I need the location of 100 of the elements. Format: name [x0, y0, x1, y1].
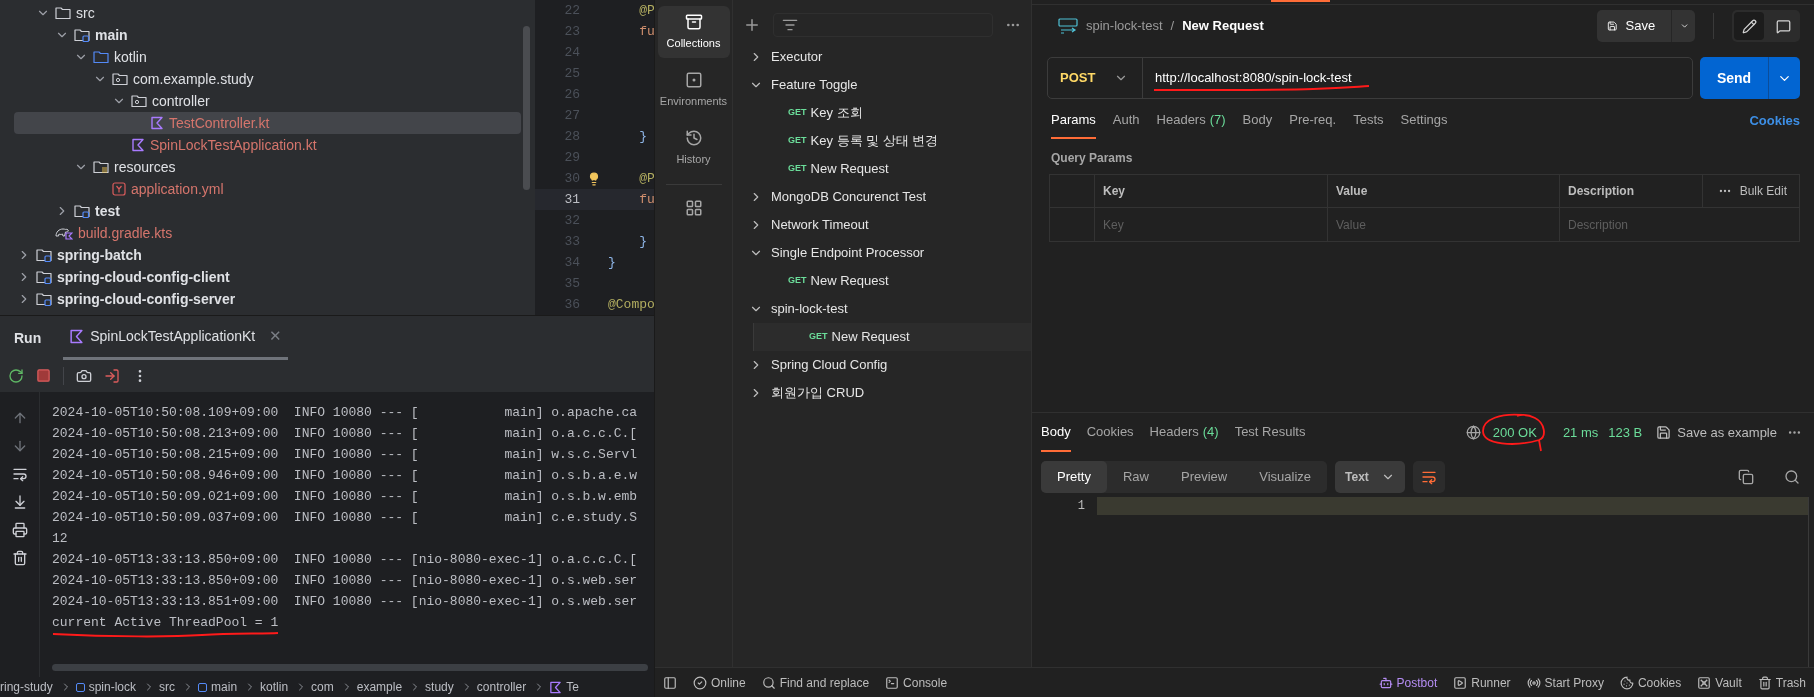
send-button[interactable]: Send [1700, 57, 1800, 99]
horizontal-scrollbar[interactable] [52, 664, 648, 671]
module-icon [75, 682, 85, 692]
response-tab[interactable]: Headers (4) [1149, 413, 1219, 452]
status-bar-item[interactable]: Runner [1453, 673, 1511, 692]
request-tab[interactable]: Pre-req. [1289, 103, 1337, 139]
request-tab[interactable]: Tests [1353, 103, 1384, 139]
filter-field[interactable] [773, 13, 993, 37]
collection-item[interactable]: Single Endpoint Processor [733, 239, 1031, 267]
tree-item[interactable]: com.example.study [14, 68, 521, 90]
status-bar-item[interactable]: Start Proxy [1526, 673, 1604, 692]
collection-item[interactable]: Spring Cloud Config [733, 351, 1031, 379]
status-code[interactable]: 200 OK [1490, 422, 1539, 443]
camera-icon[interactable] [76, 367, 92, 384]
breadcrumb-item[interactable]: study [425, 678, 454, 696]
param-input[interactable]: Key [1103, 215, 1327, 234]
status-bar-item[interactable]: Cookies [1619, 673, 1682, 692]
param-input[interactable]: Value [1336, 215, 1559, 234]
status-bar-item[interactable]: Trash [1757, 673, 1806, 692]
collection-item[interactable]: Network Timeout [733, 211, 1031, 239]
module-folder-icon [36, 270, 52, 284]
tree-item[interactable]: SpinLockTestApplication.kt [14, 134, 521, 156]
view-option[interactable]: Pretty [1041, 461, 1107, 493]
print-icon[interactable] [11, 522, 28, 538]
cookies-link[interactable]: Cookies [1749, 111, 1800, 131]
lightbulb-icon[interactable] [587, 171, 601, 186]
request-tab[interactable]: Auth [1112, 103, 1140, 139]
tree-item[interactable]: kotlin [14, 46, 521, 68]
view-option[interactable]: Raw [1106, 461, 1165, 493]
breadcrumb-item[interactable]: com [311, 678, 334, 696]
status-bar-item[interactable]: Online [693, 673, 746, 692]
view-mode-button[interactable] [1734, 12, 1764, 40]
sidebar-tab[interactable]: Environments [657, 64, 730, 116]
collection-item[interactable]: spin-lock-test [733, 295, 1031, 323]
status-bar-item[interactable]: Console [885, 673, 948, 692]
url-field[interactable]: http://localhost:8080/spin-lock-test [1143, 58, 1692, 98]
tree-item[interactable]: test [14, 200, 521, 222]
tree-item[interactable]: src [14, 2, 521, 24]
response-tab[interactable]: Test Results [1234, 413, 1306, 452]
tree-item[interactable]: build.gradle.kts [14, 222, 521, 244]
scrollbar-thumb[interactable] [523, 26, 530, 190]
rerun-icon[interactable] [8, 367, 24, 384]
breadcrumb-item[interactable]: src [159, 678, 176, 696]
response-size[interactable]: 123 B [1608, 422, 1643, 443]
add-grid-icon[interactable] [684, 199, 703, 217]
breadcrumb-item[interactable]: Te [566, 678, 579, 696]
format-dropdown[interactable]: Text [1335, 461, 1406, 493]
wrap-icon[interactable] [11, 466, 28, 482]
sidebar-toggle-icon[interactable] [663, 675, 677, 690]
request-item[interactable]: GET Key 조회 [733, 99, 1031, 127]
response-tab[interactable]: Body [1041, 413, 1071, 452]
request-item[interactable]: GET New Request [733, 267, 1031, 295]
request-tab[interactable]: Headers (7) [1156, 103, 1226, 139]
tree-item[interactable]: main [14, 24, 521, 46]
response-tab[interactable]: Cookies [1086, 413, 1134, 452]
breadcrumb-item[interactable]: kotlin [260, 678, 289, 696]
status-bar-item[interactable]: Postbot [1378, 673, 1438, 692]
stop-icon[interactable] [36, 368, 51, 383]
method-dropdown[interactable]: POST [1048, 58, 1143, 98]
breadcrumb-item[interactable]: example [356, 678, 403, 696]
view-option[interactable]: Visualize [1243, 461, 1328, 493]
module-folder-icon [74, 28, 90, 42]
collection-item[interactable]: MongoDB Concurenct Test [733, 183, 1031, 211]
request-tab[interactable]: Body [1242, 103, 1273, 139]
tree-item[interactable]: resources [14, 156, 521, 178]
request-tab[interactable]: Params [1051, 103, 1096, 139]
tree-item[interactable]: controller [14, 90, 521, 112]
tree-item[interactable]: application.yml [14, 178, 521, 200]
collection-item[interactable]: Feature Toggle [733, 71, 1031, 99]
view-option[interactable]: Preview [1165, 461, 1244, 493]
tree-item[interactable]: spring-cloud-config-client [14, 266, 521, 288]
breadcrumb-item[interactable]: ring-study [0, 678, 53, 696]
request-item[interactable]: GET New Request [733, 155, 1031, 183]
status-bar-item[interactable]: Vault [1697, 673, 1742, 692]
breadcrumb-item[interactable]: controller [476, 678, 527, 696]
response-time[interactable]: 21 ms [1562, 422, 1599, 443]
delete-icon[interactable] [11, 550, 28, 566]
request-item[interactable]: GET New Request [753, 323, 1031, 351]
collection-item[interactable]: Executor [733, 43, 1031, 71]
exit-icon[interactable] [104, 367, 120, 384]
request-tab[interactable]: Settings [1400, 103, 1448, 139]
search-icon[interactable] [1784, 469, 1800, 485]
copy-icon[interactable] [1738, 469, 1754, 485]
breadcrumb-item[interactable]: main [211, 678, 238, 696]
sidebar-tab[interactable]: Collections [657, 6, 730, 58]
save-button[interactable]: Save [1597, 10, 1695, 42]
request-item[interactable]: GET Key 등록 및 상태 변경 [733, 127, 1031, 155]
wrap-button[interactable] [1413, 461, 1446, 493]
add-icon[interactable] [743, 16, 761, 34]
save-example-button[interactable]: Save as example [1656, 422, 1777, 443]
collection-item[interactable]: 회원가입 CRUD [733, 379, 1031, 407]
status-bar-item[interactable]: Find and replace [761, 673, 870, 692]
param-input[interactable]: Description [1568, 215, 1799, 234]
breadcrumb-item[interactable]: spin-lock [88, 678, 137, 696]
tree-item[interactable]: spring-cloud-config-server [14, 288, 521, 310]
globe-icon[interactable] [1465, 425, 1481, 440]
sidebar-tab[interactable]: History [657, 122, 730, 174]
bulk-edit-link[interactable]: Bulk Edit [1739, 182, 1787, 200]
collection-name[interactable]: spin-lock-test [1086, 16, 1163, 36]
tree-item[interactable]: spring-batch [14, 244, 521, 266]
